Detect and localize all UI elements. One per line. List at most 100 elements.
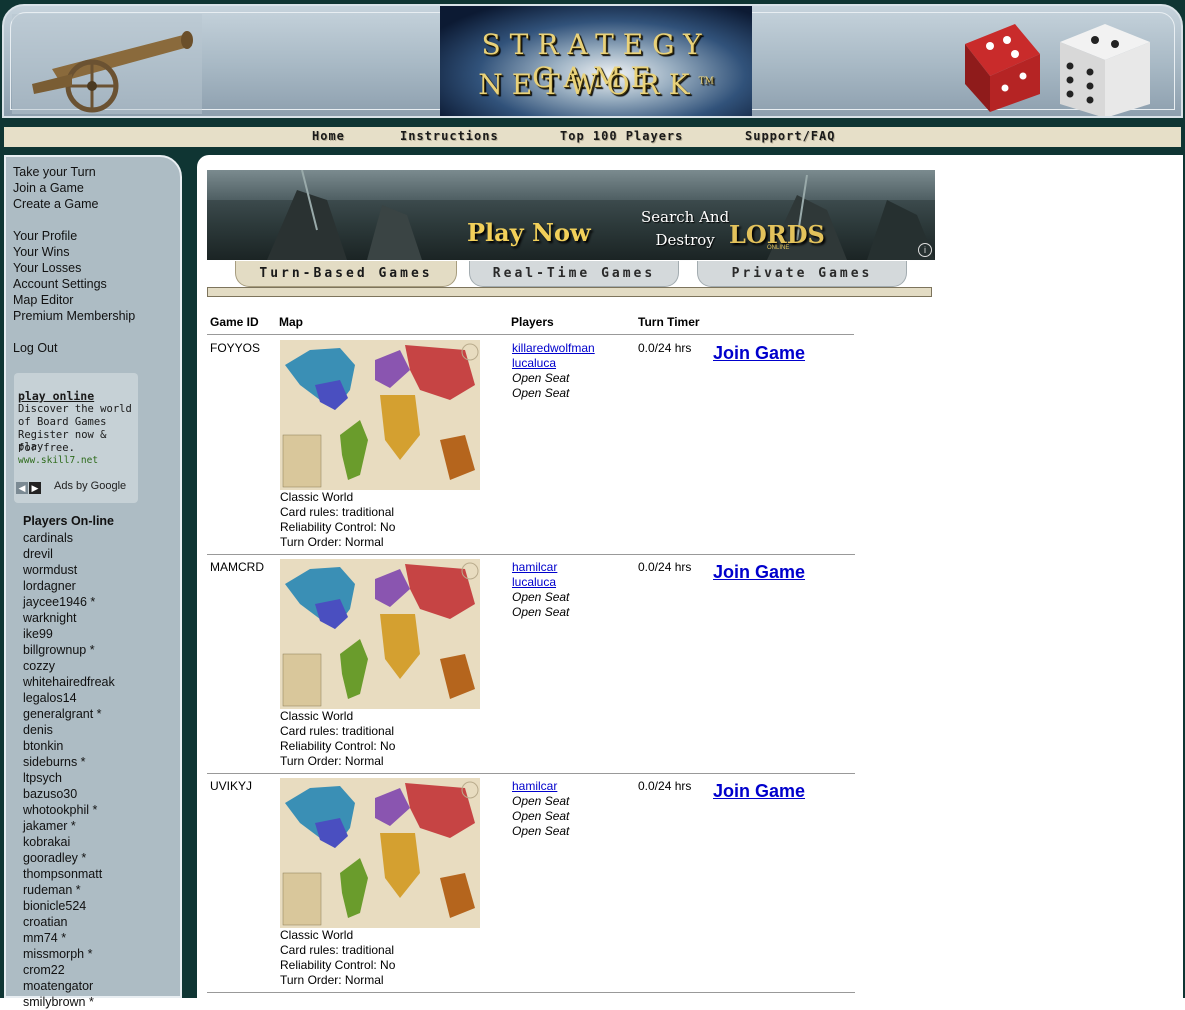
player-link[interactable]: killaredwolfman (512, 341, 595, 356)
ad-title-link[interactable]: play online (18, 389, 94, 403)
nav-support-faq[interactable]: Support/FAQ (745, 129, 835, 143)
player-online: whotookphil * (23, 803, 98, 817)
player-online: lordagner (23, 579, 76, 593)
main-content: Play Now Search And Destroy LORDS ONLINE … (197, 155, 1183, 998)
header-players: Players (511, 315, 554, 329)
player-online: ltpsych (23, 771, 62, 785)
player-link[interactable]: lucaluca (512, 356, 595, 371)
player-online: btonkin (23, 739, 64, 753)
header-map: Map (279, 315, 303, 329)
players-list: hamilcar Open Seat Open Seat Open Seat (512, 779, 569, 839)
sidebar-create-a-game[interactable]: Create a Game (13, 197, 98, 211)
turn-order: Turn Order: Normal (280, 754, 384, 768)
open-seat: Open Seat (512, 824, 570, 838)
player-online: denis (23, 723, 53, 737)
card-rules: Card rules: traditional (280, 943, 395, 957)
dice-image (965, 24, 1150, 116)
player-link[interactable]: hamilcar (512, 560, 569, 575)
join-game-link[interactable]: Join Game (713, 781, 805, 802)
players-online-list: cardinals drevil wormdust lordagner jayc… (23, 530, 115, 1010)
player-online: whitehairedfreak (23, 675, 115, 689)
player-online: jakamer * (23, 819, 76, 833)
reliability-control: Reliability Control: No (280, 520, 396, 534)
nav-instructions[interactable]: Instructions (400, 129, 499, 143)
nav-top-100-players[interactable]: Top 100 Players (560, 129, 683, 143)
player-online: smilybrown * (23, 995, 94, 1009)
lords-online-banner-ad[interactable]: Play Now Search And Destroy LORDS ONLINE … (207, 170, 935, 260)
table-row: MAMCRD Classic World Card rules: traditi… (207, 554, 855, 774)
player-online: jaycee1946 * (23, 595, 96, 609)
reliability-control: Reliability Control: No (280, 958, 396, 972)
player-online: bionicle524 (23, 899, 87, 913)
nav-home[interactable]: Home (312, 129, 345, 143)
lords-online-sub: ONLINE (767, 245, 790, 251)
ad-prev-icon[interactable]: ◀ (16, 482, 28, 494)
player-online: wormdust (23, 563, 78, 577)
tab-turn-based-games[interactable]: Turn-Based Games (235, 261, 457, 287)
ad-next-icon[interactable]: ▶ (29, 482, 41, 494)
player-online: ike99 (23, 627, 53, 641)
map-thumbnail[interactable] (280, 340, 480, 490)
turn-timer: 0.0/24 hrs (638, 341, 692, 355)
sidebar-take-your-turn[interactable]: Take your Turn (13, 165, 96, 179)
ad-text-line: Discover the world (18, 403, 132, 415)
sidebar-join-a-game[interactable]: Join a Game (13, 181, 84, 195)
sidebar-log-out[interactable]: Log Out (13, 341, 57, 355)
sidebar-your-profile[interactable]: Your Profile (13, 229, 77, 243)
main-nav: Home Instructions Top 100 Players Suppor… (4, 125, 1181, 149)
sidebar-premium-membership[interactable]: Premium Membership (13, 309, 135, 323)
tab-underline-bar (207, 287, 932, 297)
open-seat: Open Seat (512, 605, 570, 619)
header-turn-timer: Turn Timer (638, 315, 700, 329)
player-online: drevil (23, 547, 53, 561)
map-thumbnail[interactable] (280, 559, 480, 709)
tab-real-time-games[interactable]: Real-Time Games (469, 261, 679, 287)
ad-url[interactable]: www.skill7.net (18, 455, 98, 466)
sidebar-your-wins[interactable]: Your Wins (13, 245, 70, 259)
destroy-line: Destroy (655, 231, 715, 249)
join-game-link[interactable]: Join Game (713, 343, 805, 364)
game-id: MAMCRD (210, 560, 264, 574)
open-seat: Open Seat (512, 371, 570, 385)
site-header: STRATEGY GAME NETWORKTM (2, 4, 1183, 118)
trademark: TM (698, 76, 714, 87)
open-seat: Open Seat (512, 809, 570, 823)
map-info: Classic World Card rules: traditional Re… (280, 928, 395, 988)
search-line: Search And (641, 208, 730, 226)
sidebar-map-editor[interactable]: Map Editor (13, 293, 73, 307)
player-online: sideburns * (23, 755, 86, 769)
map-thumbnail[interactable] (280, 778, 480, 928)
player-online: rudeman * (23, 883, 81, 897)
player-link[interactable]: hamilcar (512, 779, 569, 794)
player-online: kobrakai (23, 835, 71, 849)
player-online: mm74 * (23, 931, 67, 945)
card-rules: Card rules: traditional (280, 505, 395, 519)
sidebar-account-settings[interactable]: Account Settings (13, 277, 107, 291)
ads-by-google[interactable]: Ads by Google (54, 480, 126, 492)
player-online: billgrownup * (23, 643, 95, 657)
map-name: Classic World (280, 490, 354, 504)
map-info: Classic World Card rules: traditional Re… (280, 709, 395, 769)
ad-text-line: for free. (18, 442, 75, 454)
table-row: FOYYOS Classic World Card rules: traditi… (207, 335, 855, 555)
sidebar-your-losses[interactable]: Your Losses (13, 261, 81, 275)
player-online: bazuso30 (23, 787, 78, 801)
join-game-link[interactable]: Join Game (713, 562, 805, 583)
logo-title-line2: NETWORKTM (478, 68, 714, 101)
player-online: generalgrant * (23, 707, 102, 721)
ad-info-icon[interactable]: i (918, 243, 932, 257)
game-id: FOYYOS (210, 341, 261, 355)
player-online: thompsonmatt (23, 867, 103, 881)
players-list: hamilcar lucaluca Open Seat Open Seat (512, 560, 569, 620)
map-info: Classic World Card rules: traditional Re… (280, 490, 395, 550)
player-online: gooradley * (23, 851, 87, 865)
player-online: legalos14 (23, 691, 77, 705)
page-frame: STRATEGY GAME NETWORKTM Home Instruction… (0, 0, 1185, 1009)
reliability-control: Reliability Control: No (280, 739, 396, 753)
turn-order: Turn Order: Normal (280, 535, 384, 549)
tab-private-games[interactable]: Private Games (697, 261, 907, 287)
player-link[interactable]: lucaluca (512, 575, 569, 590)
player-online: croatian (23, 915, 68, 929)
player-online: missmorph * (23, 947, 93, 961)
play-now-text: Play Now (467, 218, 591, 247)
